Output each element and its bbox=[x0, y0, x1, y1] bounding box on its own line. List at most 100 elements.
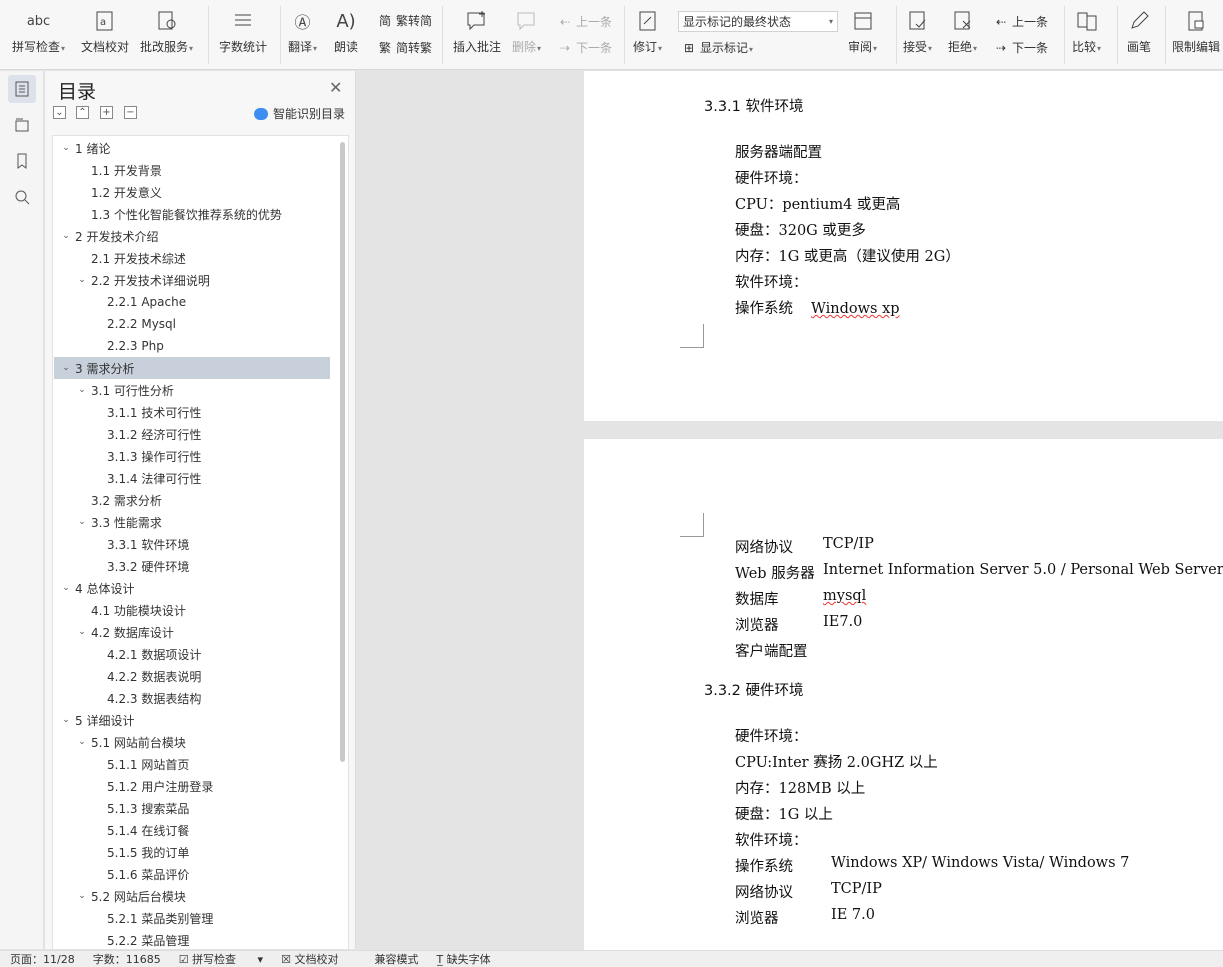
section-panel-icon[interactable] bbox=[8, 111, 36, 139]
toc-item[interactable]: 1.1 开发背景 bbox=[54, 159, 330, 181]
toc-item[interactable]: ⌄ 5.1 网站前台模块 bbox=[54, 731, 330, 753]
toc-item[interactable]: 4.1 功能模块设计 bbox=[54, 599, 330, 621]
chevron-down-icon[interactable]: ⌄ bbox=[75, 517, 89, 527]
doc-line: 硬件环境： bbox=[735, 729, 808, 745]
insert-comment-button[interactable]: 插入批注 bbox=[453, 8, 501, 55]
chevron-down-icon[interactable]: ⌄ bbox=[59, 583, 73, 593]
toc-item[interactable]: ⌄ 3 需求分析 bbox=[54, 357, 330, 379]
toc-panel-icon[interactable] bbox=[8, 75, 36, 103]
accept-button[interactable]: 接受 bbox=[903, 8, 932, 55]
doc-proofread-button[interactable]: a 文档校对 bbox=[81, 8, 129, 55]
toc-item[interactable]: 5.1.4 在线订餐 bbox=[54, 819, 330, 841]
restrict-edit-button[interactable]: 限制编辑 bbox=[1172, 8, 1220, 55]
toc-item[interactable]: 5.1.5 我的订单 bbox=[54, 841, 330, 863]
next-change-button[interactable]: ⇢ 下一条 bbox=[993, 39, 1048, 56]
read-aloud-icon: A) bbox=[336, 10, 356, 32]
revise-button[interactable]: 修订 bbox=[633, 8, 662, 55]
spell-status[interactable]: ☑ 拼写检查 ▾ bbox=[179, 951, 263, 967]
chevron-down-icon[interactable]: ⌄ bbox=[59, 363, 73, 373]
close-icon[interactable]: ✕ bbox=[329, 78, 342, 97]
correction-service-button[interactable]: 批改服务 bbox=[140, 8, 193, 55]
toc-item[interactable]: 4.2.2 数据表说明 bbox=[54, 665, 330, 687]
toc-item[interactable]: ⌄ 3.1 可行性分析 bbox=[54, 379, 330, 401]
toc-item[interactable]: 5.1.2 用户注册登录 bbox=[54, 775, 330, 797]
chevron-down-icon[interactable]: ⌄ bbox=[75, 891, 89, 901]
chevron-down-icon[interactable]: ⌄ bbox=[59, 231, 73, 241]
toc-item[interactable]: ⌄ 2.2 开发技术详细说明 bbox=[54, 269, 330, 291]
toc-item[interactable]: 5.1.3 搜索菜品 bbox=[54, 797, 330, 819]
add-heading-icon[interactable]: + bbox=[100, 106, 113, 119]
chevron-down-icon[interactable]: ⌄ bbox=[75, 385, 89, 395]
toc-item-label: 5.1.3 搜索菜品 bbox=[107, 801, 190, 816]
read-aloud-button[interactable]: A) 朗读 bbox=[333, 8, 359, 55]
trad-to-simp-button[interactable]: 简繁转简 bbox=[377, 12, 432, 29]
pen-button[interactable]: 画笔 bbox=[1126, 8, 1152, 55]
doc-line: 服务器端配置 bbox=[735, 145, 822, 161]
toc-item[interactable]: ⌄ 4 总体设计 bbox=[54, 577, 330, 599]
review-pane-button[interactable]: 审阅 bbox=[848, 8, 877, 55]
toc-item[interactable]: 2.2.1 Apache bbox=[54, 291, 330, 313]
chevron-down-icon[interactable]: ⌄ bbox=[75, 737, 89, 747]
toc-item-label: 1.3 个性化智能餐饮推荐系统的优势 bbox=[91, 207, 282, 222]
collapse-all-icon[interactable]: ⌄ bbox=[53, 106, 66, 119]
toc-scrollbar[interactable] bbox=[340, 142, 345, 762]
toc-item[interactable]: 3.1.1 技术可行性 bbox=[54, 401, 330, 423]
missing-font-status[interactable]: T̲ 缺失字体 bbox=[436, 951, 508, 967]
toc-item[interactable]: ⌄ 2 开发技术介绍 bbox=[54, 225, 330, 247]
page-indicator[interactable]: 页面：11/28 bbox=[10, 951, 75, 967]
toc-item[interactable]: 3.1.4 法律可行性 bbox=[54, 467, 330, 489]
doc-kv-line: 数据库 mysql bbox=[735, 588, 867, 608]
smart-toc-button[interactable]: 智能识别目录 bbox=[254, 105, 345, 122]
reject-button[interactable]: 拒绝 bbox=[948, 8, 977, 55]
toc-item[interactable]: ⌄ 4.2 数据库设计 bbox=[54, 621, 330, 643]
expand-up-icon[interactable]: ⌃ bbox=[76, 106, 89, 119]
bookmark-icon[interactable] bbox=[8, 147, 36, 175]
translate-button[interactable]: Ⓐ 翻译 bbox=[288, 8, 317, 55]
toc-item[interactable]: 5.2.2 菜品管理 bbox=[54, 929, 330, 949]
toc-item[interactable]: 5.1.1 网站首页 bbox=[54, 753, 330, 775]
delete-comment-button[interactable]: 删除 bbox=[512, 8, 541, 55]
toc-item[interactable]: ⌄ 5 详细设计 bbox=[54, 709, 330, 731]
spell-check-button[interactable]: abc 拼写检查 bbox=[12, 8, 65, 55]
toc-item[interactable]: 3.1.3 操作可行性 bbox=[54, 445, 330, 467]
prev-change-button[interactable]: ⇠ 上一条 bbox=[993, 13, 1048, 30]
toc-item[interactable]: 3.1.2 经济可行性 bbox=[54, 423, 330, 445]
doc-kv-line: 网络协议 TCP/IP bbox=[735, 881, 882, 901]
toc-item[interactable]: 5.2.1 菜品类别管理 bbox=[54, 907, 330, 929]
chevron-down-icon[interactable]: ⌄ bbox=[59, 143, 73, 153]
word-count-status[interactable]: 字数：11685 bbox=[93, 951, 161, 967]
toc-item[interactable]: ⌄ 3.3 性能需求 bbox=[54, 511, 330, 533]
toc-item[interactable]: 5.1.6 菜品评价 bbox=[54, 863, 330, 885]
toc-item[interactable]: 1.2 开发意义 bbox=[54, 181, 330, 203]
toc-item[interactable]: 2.2.2 Mysql bbox=[54, 313, 330, 335]
chevron-down-icon[interactable]: ⌄ bbox=[75, 627, 89, 637]
toc-item[interactable]: 3.3.1 软件环境 bbox=[54, 533, 330, 555]
status-bar: 页面：11/28 字数：11685 ☑ 拼写检查 ▾ ☒ 文档校对 兼容模式 T… bbox=[0, 950, 1223, 967]
toc-item[interactable]: 1.3 个性化智能餐饮推荐系统的优势 bbox=[54, 203, 330, 225]
toc-item[interactable]: 4.2.3 数据表结构 bbox=[54, 687, 330, 709]
toc-item-label: 1.1 开发背景 bbox=[91, 163, 162, 178]
toc-item[interactable]: 2.2.3 Php bbox=[54, 335, 330, 357]
toc-item[interactable]: ⌄ 5.2 网站后台模块 bbox=[54, 885, 330, 907]
toc-item-label: 3.3.2 硬件环境 bbox=[107, 559, 190, 574]
doc-line: 操作系统 Windows xp bbox=[735, 301, 900, 317]
markup-state-select[interactable]: 显示标记的最终状态 ▾ bbox=[678, 11, 838, 32]
toc-item[interactable]: 3.2 需求分析 bbox=[54, 489, 330, 511]
toc-item[interactable]: 4.2.1 数据项设计 bbox=[54, 643, 330, 665]
compare-button[interactable]: 比较 bbox=[1072, 8, 1101, 55]
next-comment-button[interactable]: ⇢ 下一条 bbox=[557, 39, 612, 56]
chevron-down-icon[interactable]: ⌄ bbox=[75, 275, 89, 285]
search-icon[interactable] bbox=[8, 183, 36, 211]
toc-item[interactable]: 3.3.2 硬件环境 bbox=[54, 555, 330, 577]
toc-item[interactable]: ⌄ 1 绪论 bbox=[54, 137, 330, 159]
simp-to-trad-button[interactable]: 繁简转繁 bbox=[377, 39, 432, 56]
word-count-button[interactable]: 字数统计 bbox=[219, 8, 267, 55]
prev-comment-button[interactable]: ⇠ 上一条 bbox=[557, 13, 612, 30]
doc-line: CPU:Inter 赛扬 2.0GHZ 以上 bbox=[735, 755, 938, 771]
proof-status[interactable]: ☒ 文档校对 bbox=[281, 951, 356, 967]
toc-item[interactable]: 2.1 开发技术综述 bbox=[54, 247, 330, 269]
toc-panel: 目录 ✕ ⌄ ⌃ + − 智能识别目录 ⌄ 1 绪论 1.1 开发背景 1.2 开发意… bbox=[45, 71, 356, 950]
show-markup-button[interactable]: ⊞ 显示标记 bbox=[681, 39, 753, 56]
remove-heading-icon[interactable]: − bbox=[124, 106, 137, 119]
chevron-down-icon[interactable]: ⌄ bbox=[59, 715, 73, 725]
